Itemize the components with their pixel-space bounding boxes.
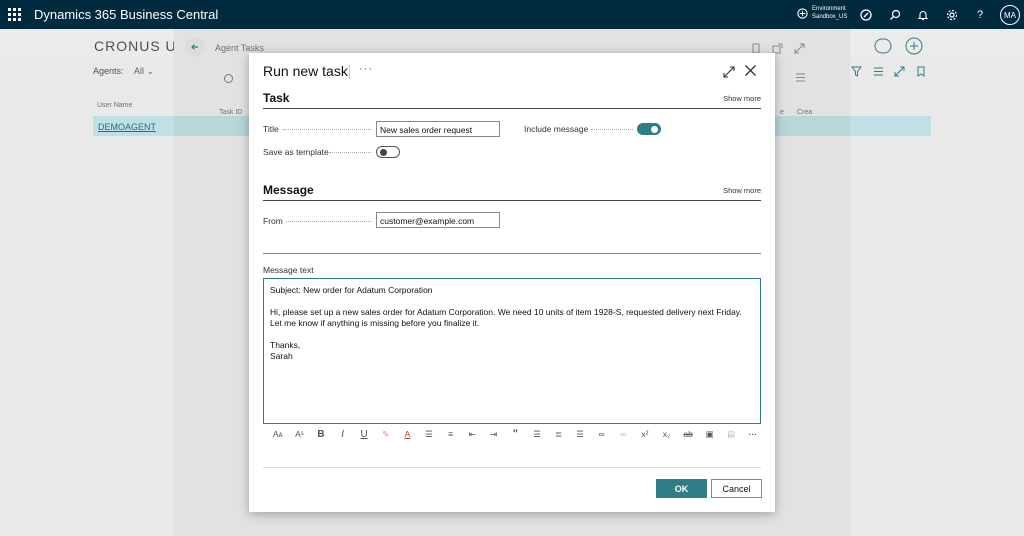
close-icon[interactable] [744, 64, 757, 77]
rich-text-toolbar: Aᴀ Aˢ B I U ✎ A ☰ ≡ ⇤ ⇥ " ☰ ≣ ☰ ∞ ∞ x² x… [267, 427, 764, 441]
align-right-icon[interactable]: ☰ [569, 427, 591, 441]
top-bar: Dynamics 365 Business Central Environmen… [0, 0, 1024, 29]
panel-list-icon[interactable] [794, 71, 806, 83]
message-line-gap [270, 296, 754, 307]
agents-filter-label: Agents: [93, 66, 124, 76]
message-line: Hi, please set up a new sales order for … [270, 307, 742, 328]
ok-button[interactable]: OK [656, 479, 707, 498]
bookmark-icon[interactable] [915, 65, 927, 77]
from-field[interactable]: customer@example.com [376, 212, 500, 228]
gear-icon[interactable] [942, 5, 962, 25]
bullets-icon[interactable]: ☰ [418, 427, 440, 441]
save-template-leader-dots [329, 152, 371, 153]
message-line: Sarah [270, 351, 293, 361]
include-message-toggle[interactable] [637, 123, 661, 135]
expand-dialog-icon[interactable] [723, 65, 735, 78]
column-task-id[interactable]: Task ID [219, 109, 242, 116]
row-user-link[interactable]: DEMOAGENT [98, 122, 156, 132]
italic-icon[interactable]: I [332, 427, 354, 441]
underline-icon[interactable]: U [353, 427, 375, 441]
search-icon[interactable] [885, 5, 905, 25]
message-section-divider [263, 200, 761, 201]
task-show-more-link[interactable]: Show more [723, 94, 761, 103]
title-leader-dots [283, 129, 371, 130]
app-launcher-icon[interactable] [0, 0, 29, 29]
bell-icon[interactable] [913, 5, 933, 25]
add-icon[interactable] [905, 37, 923, 55]
save-as-template-toggle[interactable] [376, 146, 400, 158]
subscript-icon[interactable]: x₂ [656, 427, 678, 441]
message-text-label: Message text [263, 265, 314, 275]
include-message-label: Include message [524, 124, 589, 134]
message-show-more-link[interactable]: Show more [723, 186, 761, 195]
panel-expand-icon[interactable] [793, 42, 805, 54]
app-title[interactable]: Dynamics 365 Business Central [34, 7, 218, 22]
toggle-knob [380, 148, 387, 156]
align-left-icon[interactable]: ☰ [526, 427, 548, 441]
link-icon[interactable]: ∞ [591, 427, 613, 441]
task-section-divider [263, 108, 761, 109]
environment-label: Environment [812, 6, 846, 12]
cancel-button[interactable]: Cancel [711, 479, 762, 498]
list-view-icon[interactable] [872, 65, 884, 77]
companies-icon[interactable] [873, 38, 893, 54]
dialog-title: Run new task [263, 63, 348, 79]
from-leader-dots [286, 221, 371, 222]
increase-indent-icon[interactable]: ⇥ [483, 427, 505, 441]
more-options-icon[interactable]: ··· [742, 427, 764, 441]
from-label: From [263, 216, 283, 226]
quote-icon[interactable]: " [505, 427, 527, 441]
title-field[interactable]: New sales order request [376, 121, 500, 137]
arrow-left-icon [191, 44, 198, 50]
task-section-title: Task [263, 91, 290, 105]
help-icon[interactable]: ? [970, 5, 990, 25]
column-user-name[interactable]: User Name [97, 102, 132, 109]
message-line: Subject: New order for Adatum Corporatio… [270, 285, 433, 295]
font-color-icon[interactable]: A [397, 427, 419, 441]
message-text-area[interactable]: Subject: New order for Adatum Corporatio… [263, 278, 761, 424]
message-line: Thanks, [270, 340, 301, 350]
message-section-title: Message [263, 183, 314, 197]
expand-icon[interactable] [893, 65, 905, 77]
unlink-icon[interactable]: ∞ [613, 427, 635, 441]
insert-table-icon[interactable]: ▤ [720, 427, 742, 441]
align-center-icon[interactable]: ≣ [548, 427, 570, 441]
save-as-template-label: Save as template [263, 147, 329, 157]
run-new-task-dialog: Run new task ··· Task Show more Title Ne… [249, 53, 775, 512]
strikethrough-icon[interactable]: ab [677, 427, 699, 441]
from-divider [263, 253, 761, 254]
superscript-icon[interactable]: x² [634, 427, 656, 441]
copilot-icon[interactable] [856, 5, 876, 25]
decrease-indent-icon[interactable]: ⇤ [461, 427, 483, 441]
toggle-knob [651, 125, 658, 133]
highlight-icon[interactable]: ✎ [375, 427, 397, 441]
numbering-icon[interactable]: ≡ [440, 427, 462, 441]
include-message-leader-dots [591, 129, 633, 130]
title-label: Title [263, 124, 279, 134]
insert-image-icon[interactable]: ▣ [699, 427, 721, 441]
agents-filter-value[interactable]: All ⌄ [134, 66, 154, 77]
font-size-icon[interactable]: Aˢ [289, 427, 311, 441]
column-created[interactable]: Crea [797, 109, 812, 116]
back-button[interactable] [185, 37, 205, 57]
environment-value: Sandbox_US [812, 14, 848, 20]
filter-icon[interactable] [850, 65, 862, 77]
agents-filter-text: All [134, 66, 145, 76]
panel-breadcrumb: Agent Tasks [215, 43, 264, 53]
title-divider [349, 65, 350, 79]
column-partial[interactable]: e [780, 109, 784, 116]
avatar[interactable]: MA [1000, 5, 1020, 25]
panel-tool-icon[interactable] [222, 72, 234, 84]
environment-indicator[interactable]: Environment Sandbox_US [797, 5, 847, 21]
more-actions-button[interactable]: ··· [359, 63, 373, 75]
footer-divider [263, 467, 761, 468]
environment-icon [797, 7, 808, 19]
bold-icon[interactable]: B [310, 427, 332, 441]
font-icon[interactable]: Aᴀ [267, 427, 289, 441]
message-line-gap [270, 329, 754, 340]
